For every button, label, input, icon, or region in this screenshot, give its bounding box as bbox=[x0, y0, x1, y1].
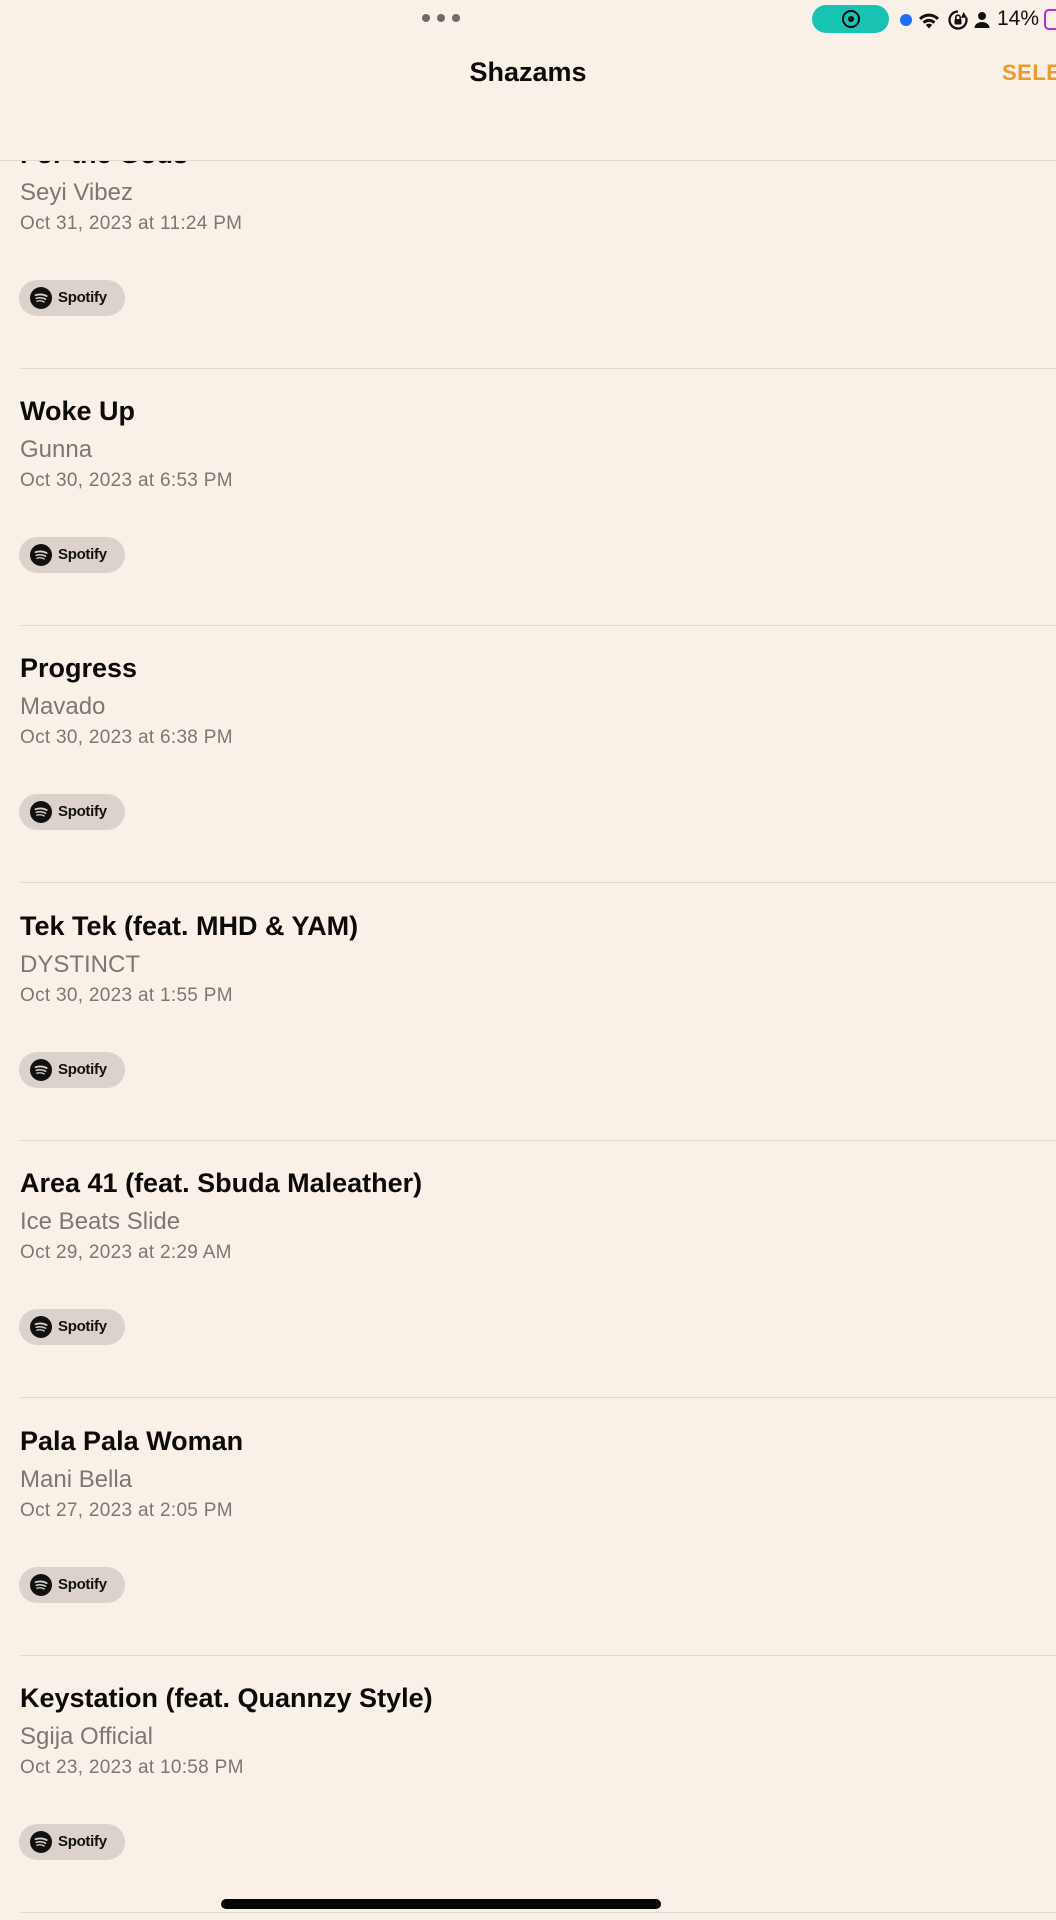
spotify-icon bbox=[30, 801, 52, 823]
spotify-icon bbox=[30, 1831, 52, 1853]
spotify-label: Spotify bbox=[58, 1061, 107, 1078]
artist-name: Gunna bbox=[20, 436, 93, 463]
ellipsis-icon[interactable] bbox=[422, 13, 460, 23]
battery-percent: 14% bbox=[997, 7, 1040, 30]
battery-icon bbox=[1044, 9, 1056, 30]
spotify-button[interactable]: Spotify bbox=[19, 1309, 125, 1345]
shazam-date: Oct 27, 2023 at 2:05 PM bbox=[20, 1500, 233, 1521]
artist-name: Mavado bbox=[20, 693, 106, 720]
artist-name: Sgija Official bbox=[20, 1723, 153, 1750]
shazam-date: Oct 30, 2023 at 6:53 PM bbox=[20, 470, 233, 491]
person-icon bbox=[974, 12, 990, 28]
song-title: Keystation (feat. Quannzy Style) bbox=[20, 1683, 433, 1713]
artist-name: Mani Bella bbox=[20, 1466, 133, 1493]
shazam-date: Oct 30, 2023 at 6:38 PM bbox=[20, 727, 233, 748]
song-title: Woke Up bbox=[20, 396, 136, 426]
shazams-screen: 14% Shazams SELE For the Gods Seyi Vibez… bbox=[0, 0, 1056, 1920]
spotify-icon bbox=[30, 1059, 52, 1081]
list-item[interactable]: Keystation (feat. Quannzy Style) Sgija O… bbox=[0, 1656, 1056, 1913]
home-indicator[interactable] bbox=[221, 1899, 661, 1909]
spotify-button[interactable]: Spotify bbox=[19, 1052, 125, 1088]
artist-name: DYSTINCT bbox=[20, 951, 140, 978]
list-item[interactable]: Tek Tek (feat. MHD & YAM) DYSTINCT Oct 3… bbox=[0, 884, 1056, 1141]
song-title: Progress bbox=[20, 653, 138, 683]
shazam-date: Oct 30, 2023 at 1:55 PM bbox=[20, 985, 233, 1006]
spotify-label: Spotify bbox=[58, 1833, 107, 1850]
song-title: Tek Tek (feat. MHD & YAM) bbox=[20, 911, 359, 941]
song-title: Area 41 (feat. Sbuda Maleather) bbox=[20, 1168, 423, 1198]
spotify-button[interactable]: Spotify bbox=[19, 1824, 125, 1860]
spotify-icon bbox=[30, 1574, 52, 1596]
location-indicator bbox=[900, 14, 912, 26]
spotify-label: Spotify bbox=[58, 1318, 107, 1335]
spotify-button[interactable]: Spotify bbox=[19, 1567, 125, 1603]
song-title: Pala Pala Woman bbox=[20, 1426, 244, 1456]
artist-name: Ice Beats Slide bbox=[20, 1208, 181, 1235]
shazam-date: Oct 23, 2023 at 10:58 PM bbox=[20, 1757, 244, 1778]
spotify-label: Spotify bbox=[58, 803, 107, 820]
spotify-label: Spotify bbox=[58, 289, 107, 306]
spotify-label: Spotify bbox=[58, 1576, 107, 1593]
screen-recording-icon[interactable] bbox=[812, 5, 889, 33]
shazam-date: Oct 29, 2023 at 2:29 AM bbox=[20, 1242, 232, 1263]
spotify-icon bbox=[30, 544, 52, 566]
page-title: Shazams bbox=[469, 57, 587, 87]
list-item[interactable]: Pala Pala Woman Mani Bella Oct 27, 2023 … bbox=[0, 1399, 1056, 1656]
select-button[interactable]: SELE bbox=[1002, 60, 1056, 86]
navigation-bar: Shazams SELE bbox=[0, 40, 1056, 161]
spotify-icon bbox=[30, 287, 52, 309]
wifi-icon bbox=[919, 13, 939, 29]
spotify-button[interactable]: Spotify bbox=[19, 280, 125, 316]
divider bbox=[20, 1912, 1056, 1913]
shazam-date: Oct 31, 2023 at 11:24 PM bbox=[20, 213, 243, 234]
status-bar: 14% bbox=[0, 0, 1056, 40]
list-item[interactable]: Woke Up Gunna Oct 30, 2023 at 6:53 PM Sp… bbox=[0, 369, 1056, 626]
list-item[interactable]: Area 41 (feat. Sbuda Maleather) Ice Beat… bbox=[0, 1141, 1056, 1398]
rotation-lock-icon bbox=[948, 10, 968, 30]
list-item[interactable]: Progress Mavado Oct 30, 2023 at 6:38 PM … bbox=[0, 626, 1056, 883]
artist-name: Seyi Vibez bbox=[20, 179, 133, 206]
spotify-button[interactable]: Spotify bbox=[19, 794, 125, 830]
divider bbox=[20, 882, 1056, 883]
spotify-label: Spotify bbox=[58, 546, 107, 563]
spotify-button[interactable]: Spotify bbox=[19, 537, 125, 573]
spotify-icon bbox=[30, 1316, 52, 1338]
divider bbox=[20, 1397, 1056, 1398]
